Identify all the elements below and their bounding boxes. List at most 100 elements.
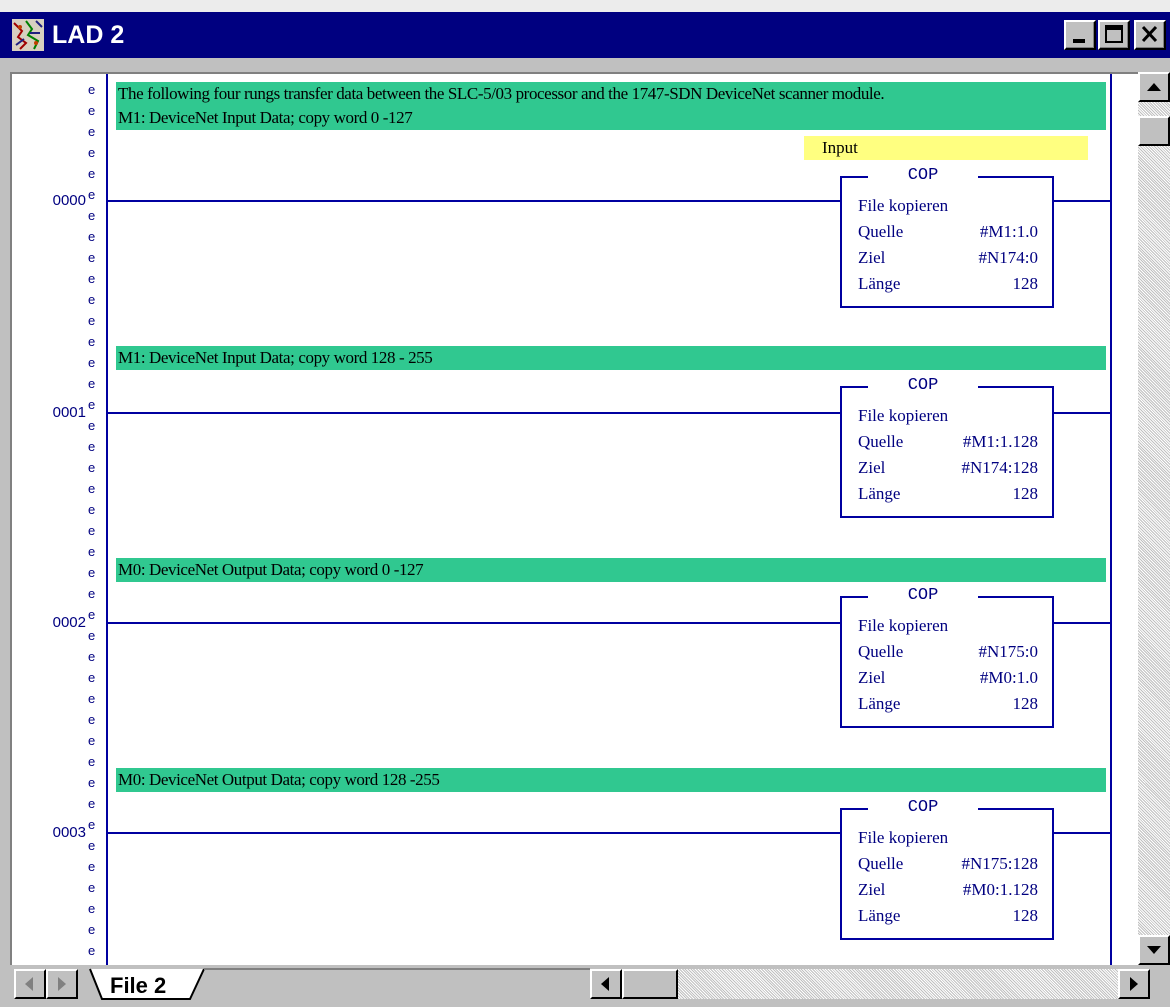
edit-zone-marker: e — [88, 670, 96, 685]
cop-instruction[interactable]: COP File kopieren Quelle #M1:1.0 Ziel #N… — [840, 166, 1054, 308]
instruction-name: File kopieren — [858, 828, 949, 847]
address-symbol-label[interactable]: Input — [804, 136, 1088, 160]
edit-zone-marker: e — [88, 145, 96, 160]
dest-label: Ziel — [858, 668, 886, 687]
source-address[interactable]: #N175:0 — [979, 642, 1039, 662]
dest-label: Ziel — [858, 248, 886, 267]
arrow-right-icon — [58, 977, 66, 991]
length-label: Länge — [858, 694, 901, 713]
length-value[interactable]: 128 — [1013, 906, 1039, 926]
horizontal-scrollbar[interactable] — [590, 969, 1150, 999]
rung-wire-output — [1052, 622, 1110, 624]
cop-instruction[interactable]: COP File kopieren Quelle #M1:1.128 Ziel … — [840, 376, 1054, 518]
source-label: Quelle — [858, 854, 904, 873]
edit-zone-marker: e — [88, 922, 96, 937]
length-label: Länge — [858, 906, 901, 925]
rung-wire[interactable] — [108, 200, 840, 202]
instruction-name: File kopieren — [858, 196, 949, 215]
rung-number[interactable]: 0000 — [12, 192, 86, 210]
close-button[interactable] — [1134, 20, 1166, 50]
top-strip — [0, 0, 1170, 12]
edit-zone-marker: e — [88, 712, 96, 727]
rung-number[interactable]: 0002 — [12, 614, 86, 632]
dest-label: Ziel — [858, 458, 886, 477]
instruction-mnemonic: COP — [868, 586, 978, 606]
rung-wire-output — [1052, 832, 1110, 834]
length-value[interactable]: 128 — [1013, 274, 1039, 294]
arrow-left-icon — [601, 977, 609, 991]
size-grip[interactable] — [1150, 969, 1170, 999]
rung-comment[interactable]: M0: DeviceNet Output Data; copy word 128… — [116, 768, 1106, 792]
edit-zone-marker: e — [88, 166, 96, 181]
edit-zone-marker: e — [88, 334, 96, 349]
arrow-down-icon — [1147, 946, 1161, 954]
source-address[interactable]: #M1:1.128 — [963, 432, 1038, 452]
source-label: Quelle — [858, 222, 904, 241]
ladder-editor[interactable]: The following four rungs transfer data b… — [10, 72, 1138, 965]
tab-scroll-right-button[interactable] — [46, 969, 78, 999]
edit-zone-marker: e — [88, 859, 96, 874]
title-bar[interactable]: LAD 2 — [0, 12, 1170, 58]
edit-zone-marker: e — [88, 376, 96, 391]
rung-comment[interactable]: M1: DeviceNet Input Data; copy word 0 -1… — [116, 106, 1106, 130]
edit-zone-marker: e — [88, 481, 96, 496]
edit-zone-marker: e — [88, 460, 96, 475]
length-label: Länge — [858, 484, 901, 503]
tab-file-2[interactable]: File 2 — [110, 973, 166, 999]
tab-scroll-left-button[interactable] — [14, 969, 46, 999]
length-label: Länge — [858, 274, 901, 293]
edit-zone-marker: e — [88, 775, 96, 790]
edit-zone-marker: e — [88, 250, 96, 265]
edit-zone-marker: e — [88, 901, 96, 916]
scroll-right-button[interactable] — [1118, 969, 1150, 999]
rung-comment[interactable]: M1: DeviceNet Input Data; copy word 128 … — [116, 346, 1106, 370]
edit-zone-marker: e — [88, 817, 96, 832]
dest-address[interactable]: #N174:0 — [979, 248, 1039, 268]
edit-zone-marker: e — [88, 796, 96, 811]
length-value[interactable]: 128 — [1013, 484, 1039, 504]
dest-address[interactable]: #N174:128 — [962, 458, 1039, 478]
instruction-mnemonic: COP — [868, 798, 978, 818]
source-label: Quelle — [858, 642, 904, 661]
window-title: LAD 2 — [52, 21, 125, 49]
maximize-icon — [1105, 25, 1123, 43]
scroll-down-button[interactable] — [1138, 935, 1170, 965]
rung-wire-output — [1052, 412, 1110, 414]
edit-zone-marker: e — [88, 103, 96, 118]
instruction-mnemonic: COP — [868, 376, 978, 396]
edit-zone-marker: e — [88, 418, 96, 433]
edit-zone-marker: e — [88, 313, 96, 328]
edit-zone-marker: e — [88, 607, 96, 622]
maximize-button[interactable] — [1098, 20, 1130, 50]
source-address[interactable]: #M1:1.0 — [980, 222, 1038, 242]
vertical-scroll-thumb[interactable] — [1138, 116, 1170, 146]
file-comment[interactable]: The following four rungs transfer data b… — [116, 82, 1106, 106]
edit-zone-marker: e — [88, 229, 96, 244]
rung-wire[interactable] — [108, 832, 840, 834]
scroll-left-button[interactable] — [590, 969, 622, 999]
rung-number[interactable]: 0001 — [12, 404, 86, 422]
arrow-right-icon — [1130, 977, 1138, 991]
edit-zone-marker: e — [88, 838, 96, 853]
horizontal-scroll-thumb[interactable] — [622, 969, 678, 999]
rung-wire[interactable] — [108, 412, 840, 414]
edit-zone-marker: e — [88, 733, 96, 748]
rung-wire[interactable] — [108, 622, 840, 624]
edit-zone-marker: e — [88, 502, 96, 517]
dest-address[interactable]: #M0:1.0 — [980, 668, 1038, 688]
minimize-button[interactable] — [1064, 20, 1096, 50]
cop-instruction[interactable]: COP File kopieren Quelle #N175:0 Ziel #M… — [840, 586, 1054, 728]
edit-zone-marker: e — [88, 565, 96, 580]
length-value[interactable]: 128 — [1013, 694, 1039, 714]
edit-zone-marker: e — [88, 124, 96, 139]
vertical-scrollbar[interactable] — [1138, 72, 1170, 965]
cop-instruction[interactable]: COP File kopieren Quelle #N175:128 Ziel … — [840, 798, 1054, 940]
edit-zone-marker: e — [88, 649, 96, 664]
rung-comment[interactable]: M0: DeviceNet Output Data; copy word 0 -… — [116, 558, 1106, 582]
source-address[interactable]: #N175:128 — [962, 854, 1039, 874]
scroll-up-button[interactable] — [1138, 72, 1170, 102]
edit-zone-marker: e — [88, 271, 96, 286]
edit-zone-marker: e — [88, 586, 96, 601]
rung-number[interactable]: 0003 — [12, 824, 86, 842]
dest-address[interactable]: #M0:1.128 — [963, 880, 1038, 900]
